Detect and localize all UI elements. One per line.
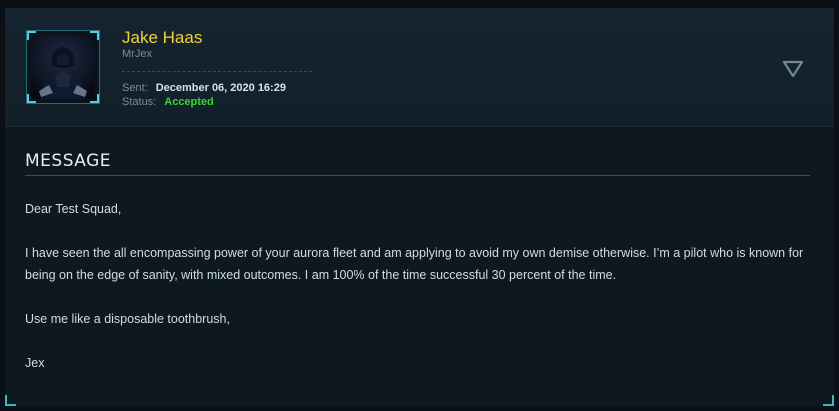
sender-handle: MrJex <box>122 48 152 60</box>
message-paragraph: I have seen the all encompassing power o… <box>25 246 804 282</box>
section-title: MESSAGE <box>25 151 112 171</box>
status-row: Status: Accepted <box>122 95 214 109</box>
section-divider <box>25 175 810 176</box>
message-header: Jake Haas MrJex Sent: December 06, 2020 1… <box>5 8 834 127</box>
sender-name[interactable]: Jake Haas <box>122 28 202 48</box>
message-closing: Use me like a disposable toothbrush, <box>25 312 230 326</box>
message-greeting: Dear Test Squad, <box>25 202 122 216</box>
sent-row: Sent: December 06, 2020 16:29 <box>122 81 286 95</box>
status-label: Status: <box>122 96 157 108</box>
triangle-down-icon[interactable] <box>782 60 804 78</box>
avatar[interactable] <box>26 30 100 104</box>
message-signature: Jex <box>25 356 45 370</box>
corner-decoration <box>823 395 834 406</box>
message-body: Dear Test Squad, I have seen the all enc… <box>25 198 815 396</box>
status-badge: Accepted <box>164 96 214 108</box>
corner-decoration <box>5 395 16 406</box>
sent-date: December 06, 2020 16:29 <box>155 82 286 94</box>
divider <box>122 71 312 72</box>
avatar-image <box>31 35 95 99</box>
sent-label: Sent: <box>122 82 148 94</box>
application-message-panel: Jake Haas MrJex Sent: December 06, 2020 1… <box>5 8 834 406</box>
